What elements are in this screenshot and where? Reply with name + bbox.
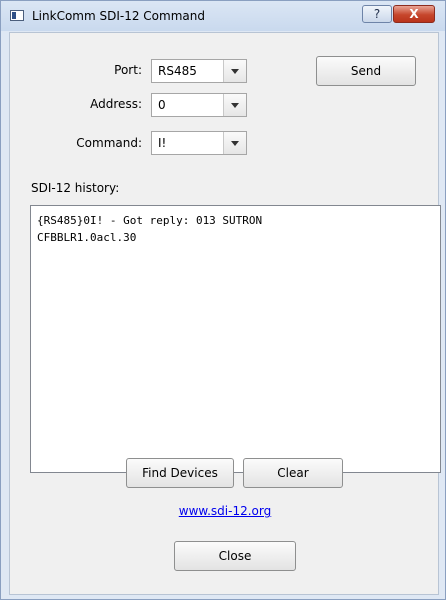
port-select-value: RS485: [158, 64, 197, 78]
find-devices-button[interactable]: Find Devices: [126, 458, 234, 488]
chevron-down-icon: [231, 69, 239, 74]
command-label: Command:: [76, 136, 142, 150]
website-link[interactable]: www.sdi-12.org: [10, 504, 440, 518]
address-label: Address:: [90, 97, 142, 111]
chevron-down-icon: [231, 141, 239, 146]
close-window-button[interactable]: X: [393, 5, 435, 23]
history-label: SDI-12 history:: [31, 181, 120, 195]
title-bar[interactable]: LinkComm SDI-12 Command ? X: [1, 1, 445, 31]
history-textarea[interactable]: {RS485}0I! - Got reply: 013 SUTRON CFBBL…: [30, 205, 441, 473]
help-button[interactable]: ?: [362, 5, 392, 23]
close-button[interactable]: Close: [174, 541, 296, 571]
dialog-window: LinkComm SDI-12 Command ? X Port: RS485 …: [0, 0, 446, 600]
command-select-value: I!: [158, 136, 167, 150]
send-button[interactable]: Send: [316, 56, 416, 86]
window-title: LinkComm SDI-12 Command: [32, 9, 205, 23]
chevron-down-icon: [231, 103, 239, 108]
history-line: {RS485}0I! - Got reply: 013 SUTRON: [37, 214, 263, 227]
dialog-body: Port: RS485 Address: 0 Command: I! Send …: [9, 32, 441, 595]
app-icon: [10, 10, 24, 21]
address-select-value: 0: [158, 98, 166, 112]
address-dropdown-button[interactable]: [223, 94, 246, 116]
history-line: CFBBLR1.0acl.30: [37, 231, 137, 244]
port-label: Port:: [114, 63, 142, 77]
command-select[interactable]: I!: [151, 131, 247, 155]
port-select[interactable]: RS485: [151, 59, 247, 83]
command-dropdown-button[interactable]: [223, 132, 246, 154]
port-dropdown-button[interactable]: [223, 60, 246, 82]
clear-button[interactable]: Clear: [243, 458, 343, 488]
address-select[interactable]: 0: [151, 93, 247, 117]
